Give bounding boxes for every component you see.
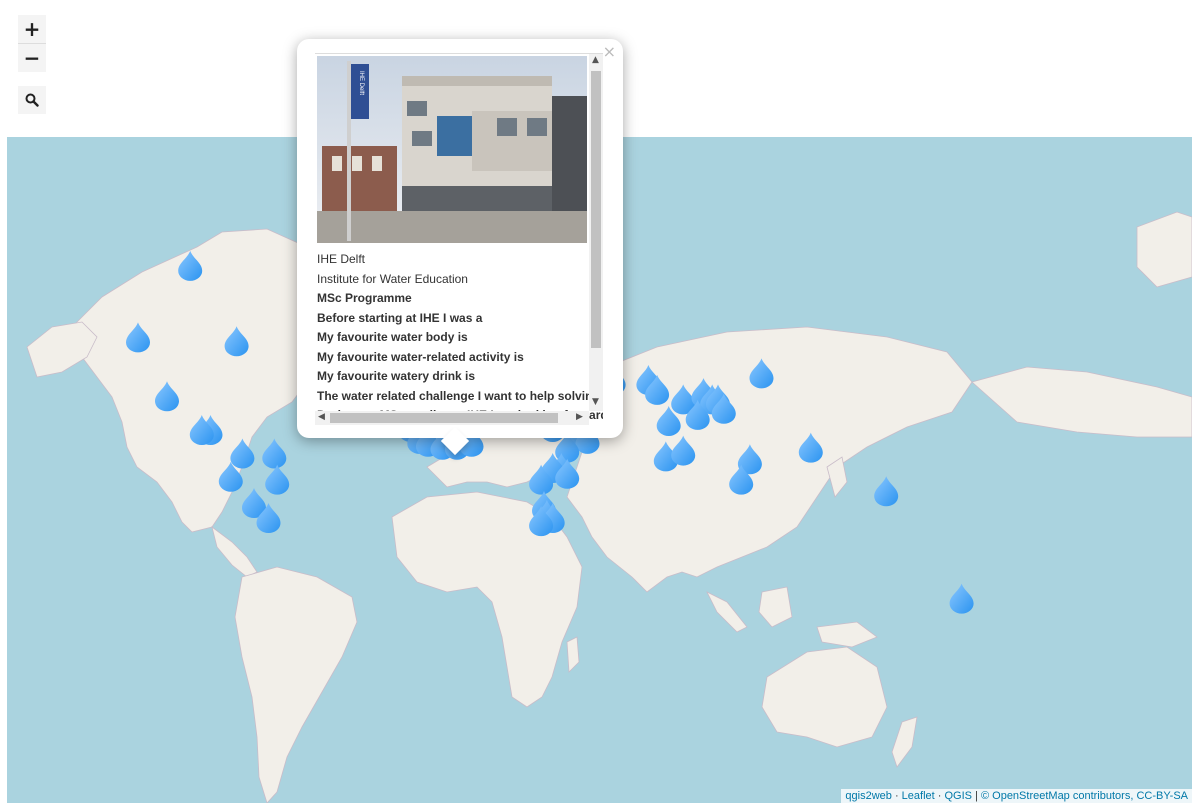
horizontal-scroll-thumb[interactable] [330, 413, 558, 423]
scroll-right-arrow-icon[interactable]: ▶ [576, 412, 583, 422]
popup-line: My favourite water-related activity is [317, 349, 524, 364]
vertical-scroll-thumb[interactable] [591, 71, 601, 348]
attribution-separator: · [891, 790, 902, 802]
popup-line: MSc Programme [317, 291, 412, 305]
banner-text: IHE Delft [358, 71, 364, 95]
qgis-link[interactable]: QGIS [944, 790, 972, 802]
leaflet-link[interactable]: Leaflet [902, 790, 935, 802]
popup-content-scroll[interactable]: IHE Delft IHE Delft Institute for Water E… [315, 53, 603, 427]
popup-photo: IHE Delft [317, 56, 587, 243]
popup-line: The water related challenge I want to he… [317, 388, 603, 403]
map-page: + − × IHE Delft IHE Delft Institute for … [0, 0, 1200, 811]
popup-close-button[interactable]: × [603, 42, 616, 61]
zoom-in-button[interactable]: + [18, 15, 46, 44]
map-attribution: qgis2web · Leaflet · QGIS | © OpenStreet… [841, 789, 1192, 803]
feature-popup: × IHE Delft IHE Delft Institute for Wate… [297, 39, 623, 456]
building-photo: IHE Delft [317, 56, 587, 243]
popup-text: IHE Delft Institute for Water Education MS… [317, 250, 603, 426]
scroll-down-arrow-icon[interactable]: ▼ [592, 397, 599, 407]
popup-line: My favourite water body is [317, 330, 468, 344]
scroll-left-arrow-icon[interactable]: ◀ [318, 412, 325, 422]
popup-line: Before starting at IHE I was a [317, 310, 483, 325]
scroll-up-arrow-icon[interactable]: ▲ [592, 55, 599, 65]
qgis2web-link[interactable]: qgis2web [845, 790, 891, 802]
attribution-separator: | [972, 790, 981, 802]
popup-line: IHE Delft [317, 252, 366, 266]
popup-horizontal-scrollbar[interactable]: ◀ ▶ [315, 411, 589, 425]
popup-vertical-scrollbar[interactable]: ▲ ▼ [589, 54, 603, 411]
popup-line: Institute for Water Education [317, 271, 468, 286]
search-button[interactable] [18, 86, 46, 114]
osm-link[interactable]: © OpenStreetMap contributors, CC-BY-SA [981, 790, 1188, 802]
search-icon [25, 93, 39, 107]
popup-line: My favourite watery drink is [317, 369, 476, 383]
zoom-out-button[interactable]: − [18, 44, 46, 72]
